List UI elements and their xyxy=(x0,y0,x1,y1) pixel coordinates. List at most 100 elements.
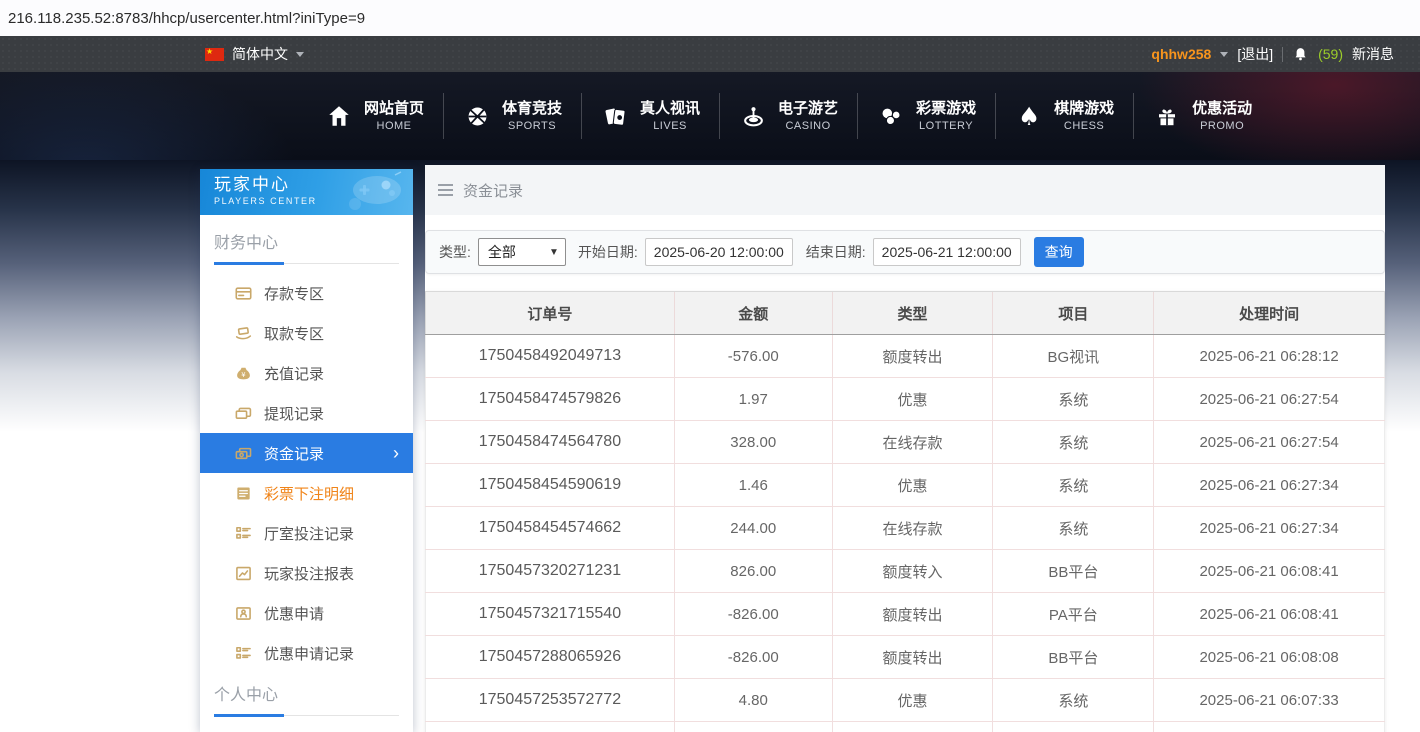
type-select-value: 全部 xyxy=(488,242,516,262)
table-cell: 额度转出 xyxy=(832,636,993,679)
nav-label-en: SPORTS xyxy=(508,119,556,133)
section-label: 个人中心 xyxy=(214,681,399,705)
sidebar-item-withdrawal-record[interactable]: 提现记录 xyxy=(200,393,413,433)
recharge-record-icon: ¥ xyxy=(234,365,252,382)
table-cell: 额度转入 xyxy=(832,550,993,593)
table-row: 1750457288065926-826.00额度转出BB平台2025-06-2… xyxy=(426,636,1385,679)
column-header: 类型 xyxy=(832,292,993,335)
sidebar-item-label: 彩票下注明细 xyxy=(264,483,354,504)
bell-icon[interactable] xyxy=(1292,46,1309,63)
svg-text:¥: ¥ xyxy=(241,371,246,379)
sidebar-item-bet-report[interactable]: 玩家投注报表 xyxy=(200,553,413,593)
breadcrumb: 资金记录 xyxy=(425,165,1385,215)
table-cell: 2025-06-21 06:27:54 xyxy=(1154,421,1385,464)
table-row: 17504584545906191.46优惠系统2025-06-21 06:27… xyxy=(426,464,1385,507)
lottery-balls-icon xyxy=(877,104,905,129)
browser-url-bar[interactable]: 216.118.235.52:8783/hhcp/usercenter.html… xyxy=(0,0,1420,37)
nav-item-lottery[interactable]: 彩票游戏LOTTERY xyxy=(858,93,996,139)
hall-bet-record-icon xyxy=(234,525,252,542)
chevron-right-icon: › xyxy=(393,444,399,462)
sidebar-item-partial[interactable] xyxy=(200,725,413,732)
chevron-down-icon: ▼ xyxy=(549,247,559,258)
logout-button[interactable]: [退出] xyxy=(1237,44,1273,64)
nav-item-promo[interactable]: 优惠活动PROMO xyxy=(1134,93,1271,139)
sidebar-items-personal xyxy=(200,717,413,732)
nav-label-zh: 真人视讯 xyxy=(640,99,700,119)
table-cell: 在线存款 xyxy=(832,722,993,732)
column-header: 处理时间 xyxy=(1154,292,1385,335)
sidebar-item-hall-bet-record[interactable]: 厅室投注记录 xyxy=(200,513,413,553)
table-cell: 系统 xyxy=(993,464,1154,507)
nav-label-en: HOME xyxy=(377,119,412,133)
sidebar-item-promo-record[interactable]: 优惠申请记录 xyxy=(200,633,413,673)
table-cell: 在线存款 xyxy=(832,507,993,550)
nav-item-lives[interactable]: 真人视讯LIVES xyxy=(582,93,720,139)
nav-label-zh: 电子游艺 xyxy=(778,99,838,119)
deposit-icon xyxy=(234,285,252,302)
table-cell: 额度转出 xyxy=(832,335,993,378)
table-cell: 2025-06-21 06:07:33 xyxy=(1154,722,1385,732)
nav-item-chess[interactable]: ♠ 棋牌游戏CHESS xyxy=(996,93,1134,139)
table-cell: 2025-06-21 06:07:33 xyxy=(1154,679,1385,722)
nav-label-zh: 体育竞技 xyxy=(502,99,562,119)
section-label: 财务中心 xyxy=(214,229,399,253)
nav-label-en: LOTTERY xyxy=(919,119,973,133)
new-messages-link[interactable]: 新消息 xyxy=(1352,44,1394,64)
sidebar: 玩家中心 PLAYERS CENTER 财务中心 存款专区 取款专区 xyxy=(200,169,413,732)
table-cell: 系统 xyxy=(993,722,1154,732)
table-cell: 1750457253559919 xyxy=(426,722,675,732)
user-area: qhhw258 [退出] (59) 新消息 xyxy=(1151,36,1394,72)
end-date-label: 结束日期: xyxy=(806,242,866,262)
start-date-input[interactable] xyxy=(645,238,793,266)
funds-record-table: 订单号金额类型项目处理时间 1750458492049713-576.00额度转… xyxy=(425,291,1385,732)
table-row: 17504584745798261.97优惠系统2025-06-21 06:27… xyxy=(426,378,1385,421)
spade-icon: ♠ xyxy=(1015,104,1043,129)
table-cell: 在线存款 xyxy=(832,421,993,464)
language-selector[interactable]: ★ 简体中文 xyxy=(205,36,304,72)
funds-record-icon xyxy=(234,445,252,462)
table-cell: 1750457320271231 xyxy=(426,550,675,593)
table-cell: 1750457253572772 xyxy=(426,679,675,722)
section-rule xyxy=(214,262,399,265)
chevron-down-icon[interactable] xyxy=(1220,52,1228,57)
sidebar-item-withdraw[interactable]: 取款专区 xyxy=(200,313,413,353)
table-cell: 系统 xyxy=(993,378,1154,421)
table-cell: 系统 xyxy=(993,421,1154,464)
table-body: 1750458492049713-576.00额度转出BG视讯2025-06-2… xyxy=(426,335,1385,732)
home-icon xyxy=(325,103,353,129)
nav-label-en: LIVES xyxy=(653,119,687,133)
sidebar-item-deposit[interactable]: 存款专区 xyxy=(200,273,413,313)
sidebar-item-lottery-detail[interactable]: 彩票下注明细 xyxy=(200,473,413,513)
language-label: 简体中文 xyxy=(232,44,288,64)
table-cell: BG视讯 xyxy=(993,335,1154,378)
bet-report-icon xyxy=(234,565,252,582)
table-row: 1750458492049713-576.00额度转出BG视讯2025-06-2… xyxy=(426,335,1385,378)
end-date-input[interactable] xyxy=(873,238,1021,266)
sidebar-item-label: 厅室投注记录 xyxy=(264,523,354,544)
table-row: 1750458474564780328.00在线存款系统2025-06-21 0… xyxy=(426,421,1385,464)
table-cell: 2025-06-21 06:08:08 xyxy=(1154,636,1385,679)
table-row: 17504572535727724.80优惠系统2025-06-21 06:07… xyxy=(426,679,1385,722)
table-cell: -826.00 xyxy=(674,593,832,636)
table-cell: 1750458454590619 xyxy=(426,464,675,507)
sidebar-item-label: 存款专区 xyxy=(264,283,324,304)
start-date-label: 开始日期: xyxy=(578,242,638,262)
table-cell: 1750457321715540 xyxy=(426,593,675,636)
nav-item-sports[interactable]: 体育竞技SPORTS xyxy=(444,93,582,139)
username[interactable]: qhhw258 xyxy=(1151,46,1211,62)
search-button[interactable]: 查询 xyxy=(1034,237,1084,267)
nav-menu: 网站首页HOME 体育竞技SPORTS 真人视讯LIVES 电子游艺CASINO xyxy=(306,72,1271,160)
sidebar-item-promo-apply[interactable]: 优惠申请 xyxy=(200,593,413,633)
table-cell: 328.00 xyxy=(674,421,832,464)
type-select[interactable]: 全部 ▼ xyxy=(478,238,566,266)
nav-item-home[interactable]: 网站首页HOME xyxy=(306,93,444,139)
main-panel: 资金记录 类型: 全部 ▼ 开始日期: 结束日期: 查询 订单号金额类型项目处理… xyxy=(425,165,1385,732)
hamburger-icon[interactable] xyxy=(438,184,453,196)
nav-item-casino[interactable]: 电子游艺CASINO xyxy=(720,93,858,139)
sidebar-item-recharge-record[interactable]: ¥ 充值记录 xyxy=(200,353,413,393)
withdraw-icon xyxy=(234,325,252,342)
table-cell: 2025-06-21 06:08:41 xyxy=(1154,593,1385,636)
sidebar-item-label: 优惠申请 xyxy=(264,603,324,624)
sidebar-item-funds-record[interactable]: 资金记录 › xyxy=(200,433,413,473)
divider xyxy=(1282,47,1283,62)
